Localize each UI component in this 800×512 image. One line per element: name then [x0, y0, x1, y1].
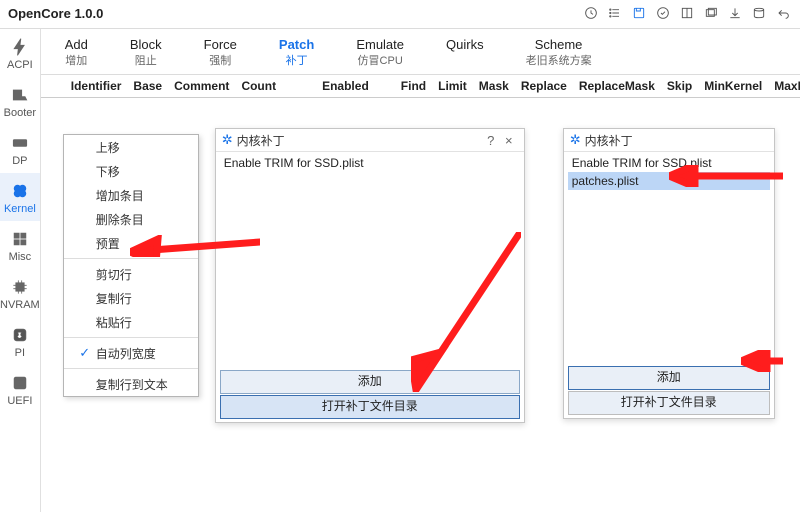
sidebar-item-kernel[interactable]: Kernel: [0, 173, 40, 221]
patch-file-list[interactable]: Enable TRIM for SSD.plist: [216, 152, 524, 174]
dialog-title: 内核补丁: [585, 132, 633, 149]
col-replace[interactable]: Replace: [515, 75, 573, 97]
uefi-icon: [9, 372, 31, 394]
col-skip[interactable]: Skip: [661, 75, 698, 97]
menu-copy-row[interactable]: 复制行: [64, 286, 198, 310]
tab-block[interactable]: Block阻止: [124, 35, 168, 70]
sidebar-item-acpi[interactable]: ACPI: [0, 29, 40, 77]
bolt-icon: [9, 36, 31, 58]
check-icon: ✓: [74, 341, 96, 365]
col-base[interactable]: Base: [127, 75, 168, 97]
download-icon[interactable]: [726, 4, 744, 22]
kernel-icon: [9, 180, 31, 202]
menu-cut-row[interactable]: 剪切行: [64, 262, 198, 286]
menu-add-entry[interactable]: 增加条目: [64, 183, 198, 207]
menu-move-up[interactable]: 上移: [64, 135, 198, 159]
col-limit[interactable]: Limit: [432, 75, 473, 97]
sidebar-item-nvram[interactable]: NVRAM: [0, 269, 40, 317]
sidebar-item-label: Misc: [9, 251, 32, 263]
gear-icon: ✲: [222, 132, 233, 148]
context-menu: 上移 下移 增加条目 删除条目 预置 剪切行 复制行 粘贴行 ✓自动列宽度 复制…: [63, 134, 199, 397]
misc-icon: [9, 228, 31, 250]
sidebar: ACPI Booter DP Kernel Misc NVRAM PI UEFI: [0, 29, 41, 512]
verify-icon[interactable]: [654, 4, 672, 22]
col-enabled[interactable]: Enabled: [316, 75, 375, 97]
sidebar-item-misc[interactable]: Misc: [0, 221, 40, 269]
annotation-arrow-2: [411, 232, 521, 392]
boot-icon: [9, 84, 31, 106]
sidebar-item-label: Kernel: [4, 203, 36, 215]
table-header: Identifier Base Comment Count Enabled Fi…: [41, 75, 800, 98]
gear-icon: ✲: [570, 132, 581, 148]
close-icon[interactable]: ×: [500, 133, 518, 148]
annotation-arrow-1: [130, 235, 260, 257]
annotation-arrow-3: [669, 165, 783, 187]
layers-icon[interactable]: [702, 4, 720, 22]
add-button[interactable]: 添加: [568, 366, 770, 390]
list-item[interactable]: Enable TRIM for SSD.plist: [220, 154, 520, 172]
annotation-arrow-4: [741, 350, 783, 372]
tabbar: Add增加 Block阻止 Force强制 Patch补丁 Emulate仿冒C…: [41, 29, 800, 75]
sidebar-item-label: ACPI: [7, 59, 33, 71]
chip-icon: [9, 276, 31, 298]
menu-auto-col[interactable]: ✓自动列宽度: [64, 341, 198, 365]
tab-force[interactable]: Force强制: [198, 35, 243, 70]
sidebar-item-uefi[interactable]: UEFI: [0, 365, 40, 413]
tab-add[interactable]: Add增加: [59, 35, 94, 70]
save-icon[interactable]: [630, 4, 648, 22]
tab-quirks[interactable]: Quirks: [440, 35, 490, 70]
col-mask[interactable]: Mask: [473, 75, 515, 97]
menu-del-entry[interactable]: 删除条目: [64, 207, 198, 231]
sidebar-item-dp[interactable]: DP: [0, 125, 40, 173]
recent-icon[interactable]: [582, 4, 600, 22]
dp-icon: [9, 132, 31, 154]
col-minkernel[interactable]: MinKernel: [698, 75, 768, 97]
sidebar-item-booter[interactable]: Booter: [0, 77, 40, 125]
open-folder-button[interactable]: 打开补丁文件目录: [568, 391, 770, 415]
menu-paste-row[interactable]: 粘贴行: [64, 310, 198, 334]
book-icon[interactable]: [678, 4, 696, 22]
col-maxkernel[interactable]: MaxKer: [768, 75, 800, 97]
undo-icon[interactable]: [774, 4, 792, 22]
menu-move-down[interactable]: 下移: [64, 159, 198, 183]
sidebar-item-label: Booter: [4, 107, 36, 119]
col-identifier[interactable]: Identifier: [65, 75, 128, 97]
open-folder-button[interactable]: 打开补丁文件目录: [220, 395, 520, 419]
sidebar-item-label: PI: [15, 347, 25, 359]
col-replacemask[interactable]: ReplaceMask: [573, 75, 661, 97]
help-icon[interactable]: ?: [482, 133, 500, 148]
titlebar: OpenCore 1.0.0: [0, 0, 800, 29]
list-icon[interactable]: [606, 4, 624, 22]
col-count[interactable]: Count: [235, 75, 282, 97]
apple-icon: [9, 324, 31, 346]
tab-scheme[interactable]: Scheme老旧系统方案: [520, 35, 598, 70]
app-title: OpenCore 1.0.0: [8, 0, 103, 28]
sidebar-item-label: UEFI: [7, 395, 32, 407]
col-find[interactable]: Find: [395, 75, 432, 97]
sidebar-item-label: NVRAM: [0, 299, 40, 311]
dialog-title: 内核补丁: [237, 132, 285, 149]
menu-copy-text[interactable]: 复制行到文本: [64, 372, 198, 396]
sidebar-item-pi[interactable]: PI: [0, 317, 40, 365]
tab-emulate[interactable]: Emulate仿冒CPU: [350, 35, 410, 70]
sidebar-item-label: DP: [12, 155, 27, 167]
db-icon[interactable]: [750, 4, 768, 22]
col-comment[interactable]: Comment: [168, 75, 235, 97]
tab-patch[interactable]: Patch补丁: [273, 35, 320, 70]
